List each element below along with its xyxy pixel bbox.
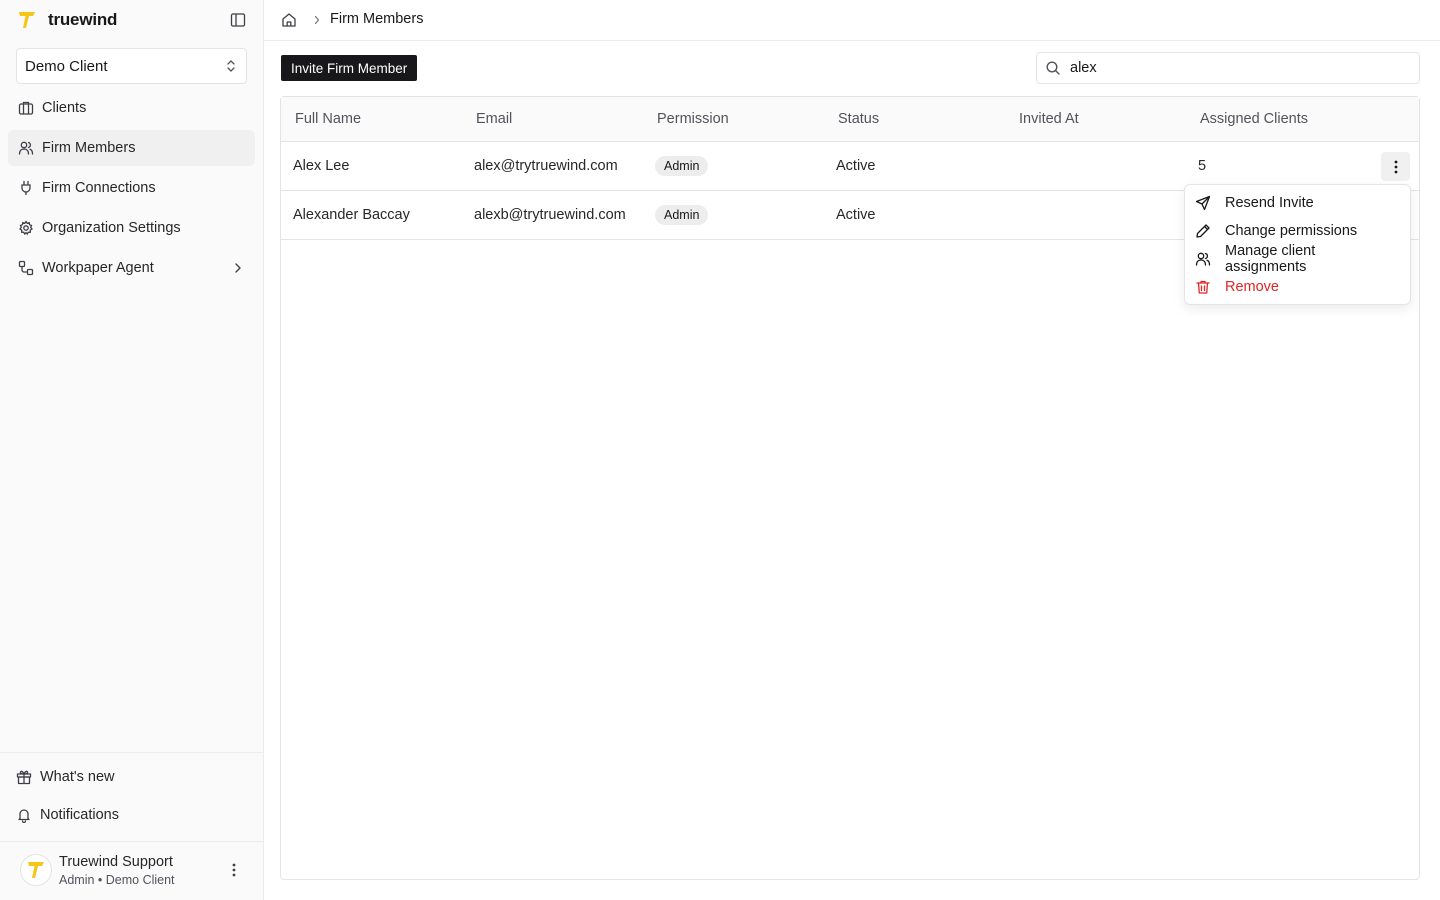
sidebar-item-label: Clients — [42, 100, 87, 116]
whats-new-item[interactable]: What's new — [8, 760, 255, 794]
sidebar-item-organization-settings[interactable]: Organization Settings — [8, 210, 255, 246]
menu-item-manage-client-assignments[interactable]: Manage client assignments — [1185, 243, 1410, 275]
user-panel: Truewind Support Admin • Demo Client — [0, 841, 264, 900]
column-header-permission[interactable]: Permission — [657, 111, 729, 127]
column-header-assigned-clients[interactable]: Assigned Clients — [1200, 111, 1308, 127]
users-icon — [1195, 251, 1211, 267]
sidebar-item-label: Organization Settings — [42, 220, 181, 236]
sidebar-item-label: Workpaper Agent — [42, 260, 154, 276]
menu-item-remove[interactable]: Remove — [1185, 273, 1410, 301]
column-header-full-name[interactable]: Full Name — [295, 111, 361, 127]
menu-item-label: Resend Invite — [1225, 195, 1314, 211]
chevron-right-icon — [231, 261, 245, 275]
sidebar-item-label: Firm Members — [42, 140, 136, 156]
sidebar: truewind Demo Client Clients Firm Member… — [0, 0, 264, 900]
search-input[interactable] — [1070, 60, 1411, 76]
row-actions-menu: Resend Invite Change permissions Manage … — [1184, 184, 1411, 305]
brand[interactable]: truewind — [16, 8, 117, 32]
client-select[interactable]: Demo Client — [16, 48, 247, 84]
client-select-value: Demo Client — [25, 57, 108, 75]
more-vertical-icon — [1394, 160, 1398, 174]
menu-item-label: Change permissions — [1225, 223, 1358, 239]
menu-item-label: Remove — [1225, 279, 1279, 295]
column-header-status[interactable]: Status — [838, 111, 879, 127]
invite-firm-member-button[interactable]: Invite Firm Member — [281, 55, 418, 81]
chevron-right-icon — [311, 13, 323, 27]
sidebar-item-workpaper-agent[interactable]: Workpaper Agent — [8, 250, 255, 286]
notifications-item[interactable]: Notifications — [8, 798, 255, 832]
permission-badge: Admin — [655, 205, 709, 225]
gear-icon — [18, 220, 34, 236]
cell-full-name: Alex Lee — [293, 158, 350, 174]
brand-name: truewind — [48, 10, 118, 29]
permission-badge: Admin — [655, 156, 709, 176]
cell-email: alexb@trytruewind.com — [474, 207, 626, 223]
search-icon — [1045, 60, 1061, 76]
gift-icon — [16, 769, 32, 785]
more-vertical-icon[interactable] — [224, 860, 244, 880]
sidebar-item-clients[interactable]: Clients — [8, 90, 255, 126]
table-header: Full Name Email Permission Status Invite… — [281, 97, 1419, 142]
cell-email: alex@trytruewind.com — [474, 158, 618, 174]
user-role: Admin • Demo Client — [59, 873, 175, 887]
breadcrumb-current: Firm Members — [330, 11, 424, 27]
briefcase-icon — [18, 100, 34, 116]
workflow-icon — [18, 260, 34, 276]
sidebar-footer-divider — [0, 752, 264, 753]
cell-status: Active — [836, 158, 876, 174]
row-actions-button[interactable] — [1381, 152, 1410, 181]
column-header-email[interactable]: Email — [476, 111, 512, 127]
sidebar-item-firm-connections[interactable]: Firm Connections — [8, 170, 255, 206]
search-box — [1036, 52, 1420, 84]
menu-item-change-permissions[interactable]: Change permissions — [1185, 217, 1410, 245]
cell-status: Active — [836, 207, 876, 223]
avatar[interactable] — [20, 854, 52, 886]
notifications-label: Notifications — [40, 807, 119, 823]
column-header-invited-at[interactable]: Invited At — [1019, 111, 1079, 127]
user-name: Truewind Support — [59, 854, 173, 870]
sidebar-item-firm-members[interactable]: Firm Members — [8, 130, 255, 166]
cell-assigned-clients: 5 — [1198, 158, 1207, 174]
menu-item-label: Manage client assignments — [1225, 243, 1316, 275]
truewind-logo-icon — [16, 9, 38, 31]
cell-full-name: Alexander Baccay — [293, 207, 410, 223]
plug-icon — [18, 180, 34, 196]
pencil-icon — [1195, 223, 1211, 239]
home-icon[interactable] — [280, 11, 298, 29]
menu-item-resend-invite[interactable]: Resend Invite — [1185, 189, 1410, 217]
bell-icon — [16, 807, 32, 823]
chevrons-up-down-icon — [224, 59, 238, 73]
trash-icon — [1195, 279, 1211, 295]
whats-new-label: What's new — [40, 769, 115, 785]
sidebar-toggle-icon[interactable] — [228, 10, 248, 30]
top-header: Firm Members — [264, 0, 1440, 41]
sidebar-nav: Clients Firm Members Firm Connections Or… — [8, 90, 255, 290]
sidebar-item-label: Firm Connections — [42, 180, 156, 196]
users-icon — [18, 140, 34, 156]
send-icon — [1195, 195, 1211, 211]
